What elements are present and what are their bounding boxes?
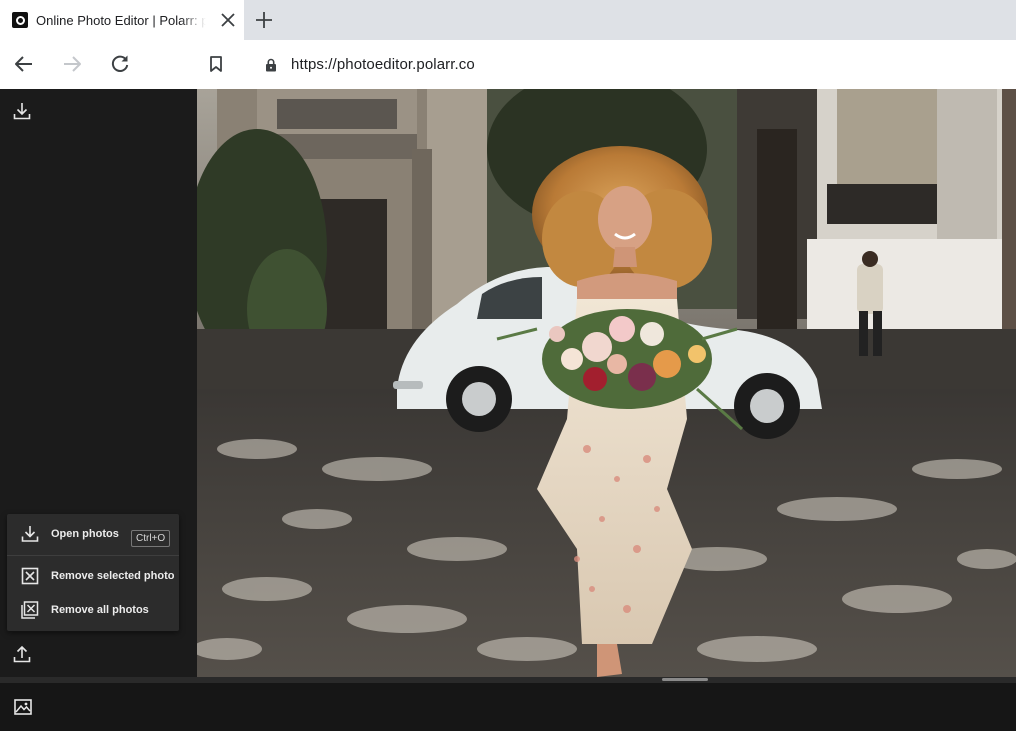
tab-title: Online Photo Editor | Polarr: pro	[36, 12, 206, 28]
remove-selected-photo-menu-item[interactable]: Remove selected photo	[7, 561, 179, 591]
polarr-logo-icon	[12, 12, 28, 28]
remove-all-photos-menu-item[interactable]: Remove all photos	[7, 595, 179, 625]
open-photos-label: Open photos	[51, 528, 119, 540]
file-popup-menu: Open photos Ctrl+O Remove selected photo…	[7, 514, 179, 631]
reload-icon[interactable]	[110, 54, 130, 74]
new-tab-plus-icon[interactable]	[254, 10, 274, 30]
browser-toolbar: https://photoeditor.polarr.co	[0, 40, 1016, 89]
image-icon[interactable]	[13, 697, 33, 717]
menu-separator	[7, 555, 179, 556]
x-box-icon	[21, 567, 39, 585]
url-text: https://photoeditor.polarr.co	[291, 56, 475, 73]
export-upload-icon[interactable]	[12, 644, 32, 664]
import-download-icon[interactable]	[12, 101, 32, 121]
filmstrip-resize-handle[interactable]	[662, 678, 708, 681]
close-icon[interactable]	[220, 12, 236, 28]
open-photos-shortcut: Ctrl+O	[131, 530, 171, 547]
photo-canvas[interactable]	[197, 89, 1016, 677]
browser-tab-strip: Online Photo Editor | Polarr: pro	[0, 0, 1016, 40]
forward-arrow-icon[interactable]	[62, 54, 82, 74]
remove-selected-photo-label: Remove selected photo	[51, 570, 175, 582]
back-arrow-icon[interactable]	[14, 54, 34, 74]
bride-street-photo	[197, 89, 1016, 677]
filmstrip-bar	[0, 683, 1016, 731]
remove-all-photos-label: Remove all photos	[51, 604, 149, 616]
browser-tab[interactable]: Online Photo Editor | Polarr: pro	[0, 0, 244, 40]
download-icon	[21, 526, 39, 542]
address-bar[interactable]: https://photoeditor.polarr.co	[248, 46, 1016, 83]
bookmark-icon[interactable]	[206, 54, 226, 74]
lock-icon	[266, 58, 276, 71]
x-stacked-box-icon	[21, 601, 39, 619]
open-photos-menu-item[interactable]: Open photos Ctrl+O	[7, 519, 179, 549]
